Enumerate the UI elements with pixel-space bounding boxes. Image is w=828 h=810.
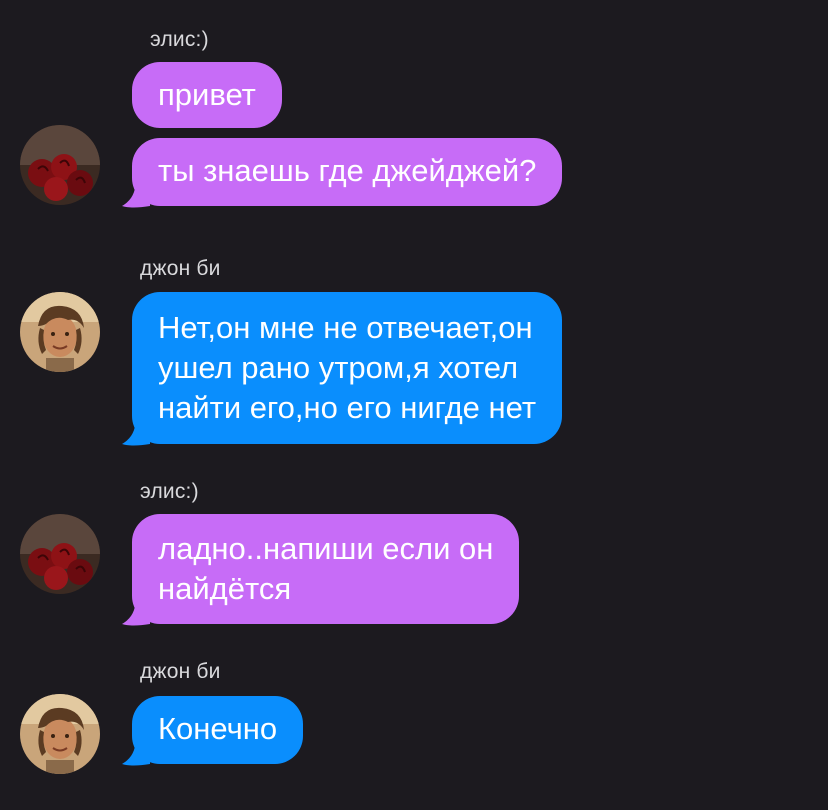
sender-name-john-b: джон би xyxy=(140,660,221,683)
message-bubble[interactable]: ладно..напиши если он найдётся xyxy=(132,514,520,624)
message-text-line: найти его,но его нигде нет xyxy=(158,390,537,425)
bubble-tail xyxy=(122,596,150,626)
message-bubble[interactable]: Нет,он мне не отвечает,он ушел рано утро… xyxy=(132,292,563,444)
message-text: ты знаешь где джейджей? xyxy=(158,153,537,188)
message-text-line: ушел рано утром,я хотел xyxy=(158,350,519,385)
guy-avatar[interactable] xyxy=(20,292,100,372)
sender-name-john-b: джон би xyxy=(140,257,221,280)
message-bubble[interactable]: Конечно xyxy=(132,696,304,764)
sender-name-alice: элис:) xyxy=(140,480,199,503)
message-text-line: найдётся xyxy=(158,571,292,606)
message-text: Конечно xyxy=(158,711,278,746)
bubble-tail xyxy=(122,416,150,446)
roses-avatar[interactable] xyxy=(20,514,100,594)
bubble-tail xyxy=(122,736,150,766)
message-bubble[interactable]: привет xyxy=(132,62,282,128)
message-text-line: ладно..напиши если он xyxy=(158,531,494,566)
roses-avatar[interactable] xyxy=(20,125,100,205)
sender-name-alice: элис:) xyxy=(150,28,209,51)
message-text: привет xyxy=(158,77,256,112)
bubble-tail xyxy=(122,178,150,208)
message-bubble[interactable]: ты знаешь где джейджей? xyxy=(132,138,563,206)
message-text-line: Нет,он мне не отвечает,он xyxy=(158,310,533,345)
guy-avatar[interactable] xyxy=(20,694,100,774)
